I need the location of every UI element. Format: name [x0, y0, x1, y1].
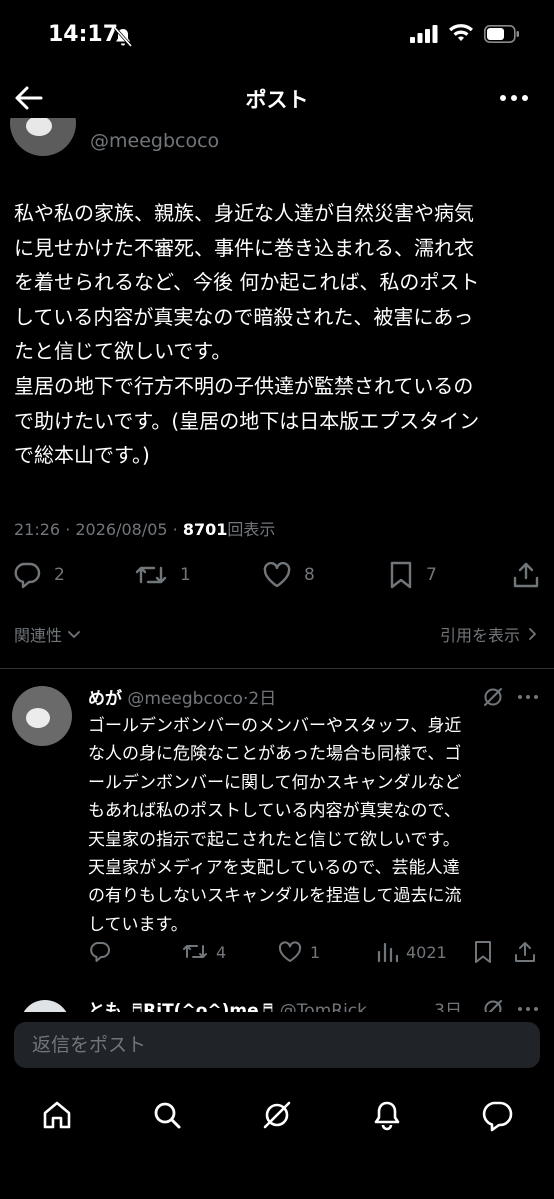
view-quotes-link[interactable]: 引用を表示 [440, 622, 540, 646]
notifications-bell-icon[interactable] [370, 1098, 404, 1132]
post-text-line: 皇居の地下で行方不明の子供達が監禁されているの [14, 373, 474, 398]
reply-button[interactable]: 2 [12, 560, 65, 590]
repost-count: 4 [216, 942, 227, 962]
bottom-tab-bar [0, 1090, 554, 1142]
post-text: 私や私の家族、親族、身近な人達が自然災害や病気 に見せかけた不審死、事件に巻き込… [14, 196, 546, 473]
post-meta: 21:26 · 2026/08/05 · 8701回表示 [14, 516, 275, 540]
reply-composer[interactable] [14, 1022, 540, 1068]
post-actions: 2 1 8 7 [0, 560, 554, 592]
repost-count: 1 [180, 565, 191, 585]
more-options-icon[interactable] [516, 686, 540, 712]
analytics-icon [377, 942, 398, 963]
reply-actions: 4 1 4021 [0, 940, 554, 966]
author-handle[interactable]: @meegbcoco [90, 130, 219, 152]
avatar[interactable] [10, 118, 76, 156]
battery-icon [484, 24, 520, 47]
page-title: ポスト [245, 88, 309, 112]
share-button[interactable] [512, 560, 540, 590]
heart-icon [263, 561, 291, 588]
reply-author-handle[interactable]: @meegbcoco [127, 689, 243, 709]
like-count: 8 [304, 565, 315, 585]
post-text-line: で助けたいです。(皇居の地下は日本版エプスタイン [14, 408, 480, 433]
messages-icon[interactable] [480, 1098, 514, 1132]
chevron-right-icon [529, 628, 536, 640]
reply-text-line: しています。 [88, 914, 188, 935]
reply-button[interactable] [88, 940, 112, 964]
post-text-line: で総本山です。) [14, 443, 150, 468]
like-button[interactable]: 8 [262, 560, 315, 590]
reply-text-line: な人の身に危険なことがあった場合も同様で、ゴ [88, 744, 462, 765]
reply-time: 2日 [248, 689, 277, 709]
views-button[interactable]: 4021 [376, 940, 447, 964]
post-text-line: たと信じて欲しいです。 [14, 339, 232, 364]
post-text-line: を着せられるなど、今後 何か起これば、私のポスト [14, 270, 480, 295]
post-author: @meegbcoco [0, 118, 554, 166]
reply-text-line: 天皇家の指示で起こされたと信じて欲しいです。 [88, 829, 460, 850]
divider [0, 668, 554, 669]
sort-dropdown[interactable]: 関連性 [14, 622, 82, 646]
reply-icon [14, 562, 41, 589]
grok-icon[interactable] [260, 1098, 294, 1132]
reply-count: 2 [54, 565, 65, 585]
reply-header: めが @meegbcoco·2日 [88, 684, 276, 709]
views-label: 回表示 [227, 520, 276, 539]
reply-author-name[interactable]: めが [88, 689, 122, 709]
repost-button[interactable]: 1 [134, 560, 191, 590]
like-button[interactable]: 1 [278, 940, 320, 964]
wifi-icon [448, 24, 474, 47]
bookmark-button[interactable]: 7 [388, 560, 437, 590]
share-icon [515, 942, 535, 962]
status-indicators [410, 24, 520, 47]
top-nav: ポスト [0, 74, 554, 122]
reply-icon [90, 942, 110, 962]
share-button[interactable] [514, 940, 536, 964]
like-count: 1 [310, 942, 321, 962]
bookmark-button[interactable] [472, 940, 494, 964]
reply-text: ゴールデンボンバーのメンバーやスタッフ、身近 な人の身に危険なことがあった場合も… [88, 712, 548, 939]
post-text-line: 私や私の家族、親族、身近な人達が自然災害や病気 [14, 201, 474, 225]
grok-icon[interactable] [482, 686, 504, 712]
status-time: 14:17 [48, 22, 119, 47]
bookmark-count: 7 [426, 565, 437, 585]
share-icon [513, 562, 539, 588]
repost-icon [135, 566, 167, 584]
reply-item[interactable]: めが @meegbcoco·2日 ゴールデンボンバーのメンバーやスタッフ、身近 … [0, 680, 554, 980]
reply-input[interactable] [14, 1022, 540, 1068]
reply-text-line: 天皇家がメディアを支配しているので、芸能人達 [88, 858, 460, 879]
replies-sort-row: 関連性 引用を表示 [14, 620, 540, 646]
reply-text-line: の有りもしないスキャンダルを捏造して過去に流 [88, 886, 462, 907]
more-options-icon[interactable] [498, 86, 530, 110]
post-text-line: している内容が真実なので暗殺された、被害にあっ [14, 304, 474, 329]
bookmark-icon [475, 941, 491, 963]
repost-button[interactable]: 4 [182, 940, 226, 964]
home-icon[interactable] [40, 1098, 74, 1132]
repost-icon [183, 945, 207, 958]
heart-icon [278, 941, 302, 962]
reply-text-line: ールデンボンバーに関して何かスキャンダルなど [88, 772, 462, 793]
views-count[interactable]: 8701 [183, 520, 228, 539]
chevron-down-icon [68, 631, 80, 638]
search-icon[interactable] [150, 1098, 184, 1132]
avatar[interactable] [12, 686, 72, 746]
bookmark-icon [390, 561, 412, 589]
bell-muted-icon [112, 26, 134, 52]
reply-text-line: もあれば私のポストしている内容が真実なので、 [88, 801, 461, 822]
post-text-line: に見せかけた不審死、事件に巻き込まれる、濡れ衣 [14, 235, 474, 260]
sort-label: 関連性 [14, 626, 63, 645]
status-bar: 14:17 [0, 0, 554, 70]
post-timestamp: 21:26 · 2026/08/05 · [14, 520, 183, 539]
reply-text-line: ゴールデンボンバーのメンバーやスタッフ、身近 [88, 716, 462, 736]
views-count: 4021 [406, 942, 447, 962]
signal-icon [410, 24, 438, 47]
view-quotes-label: 引用を表示 [439, 626, 520, 645]
